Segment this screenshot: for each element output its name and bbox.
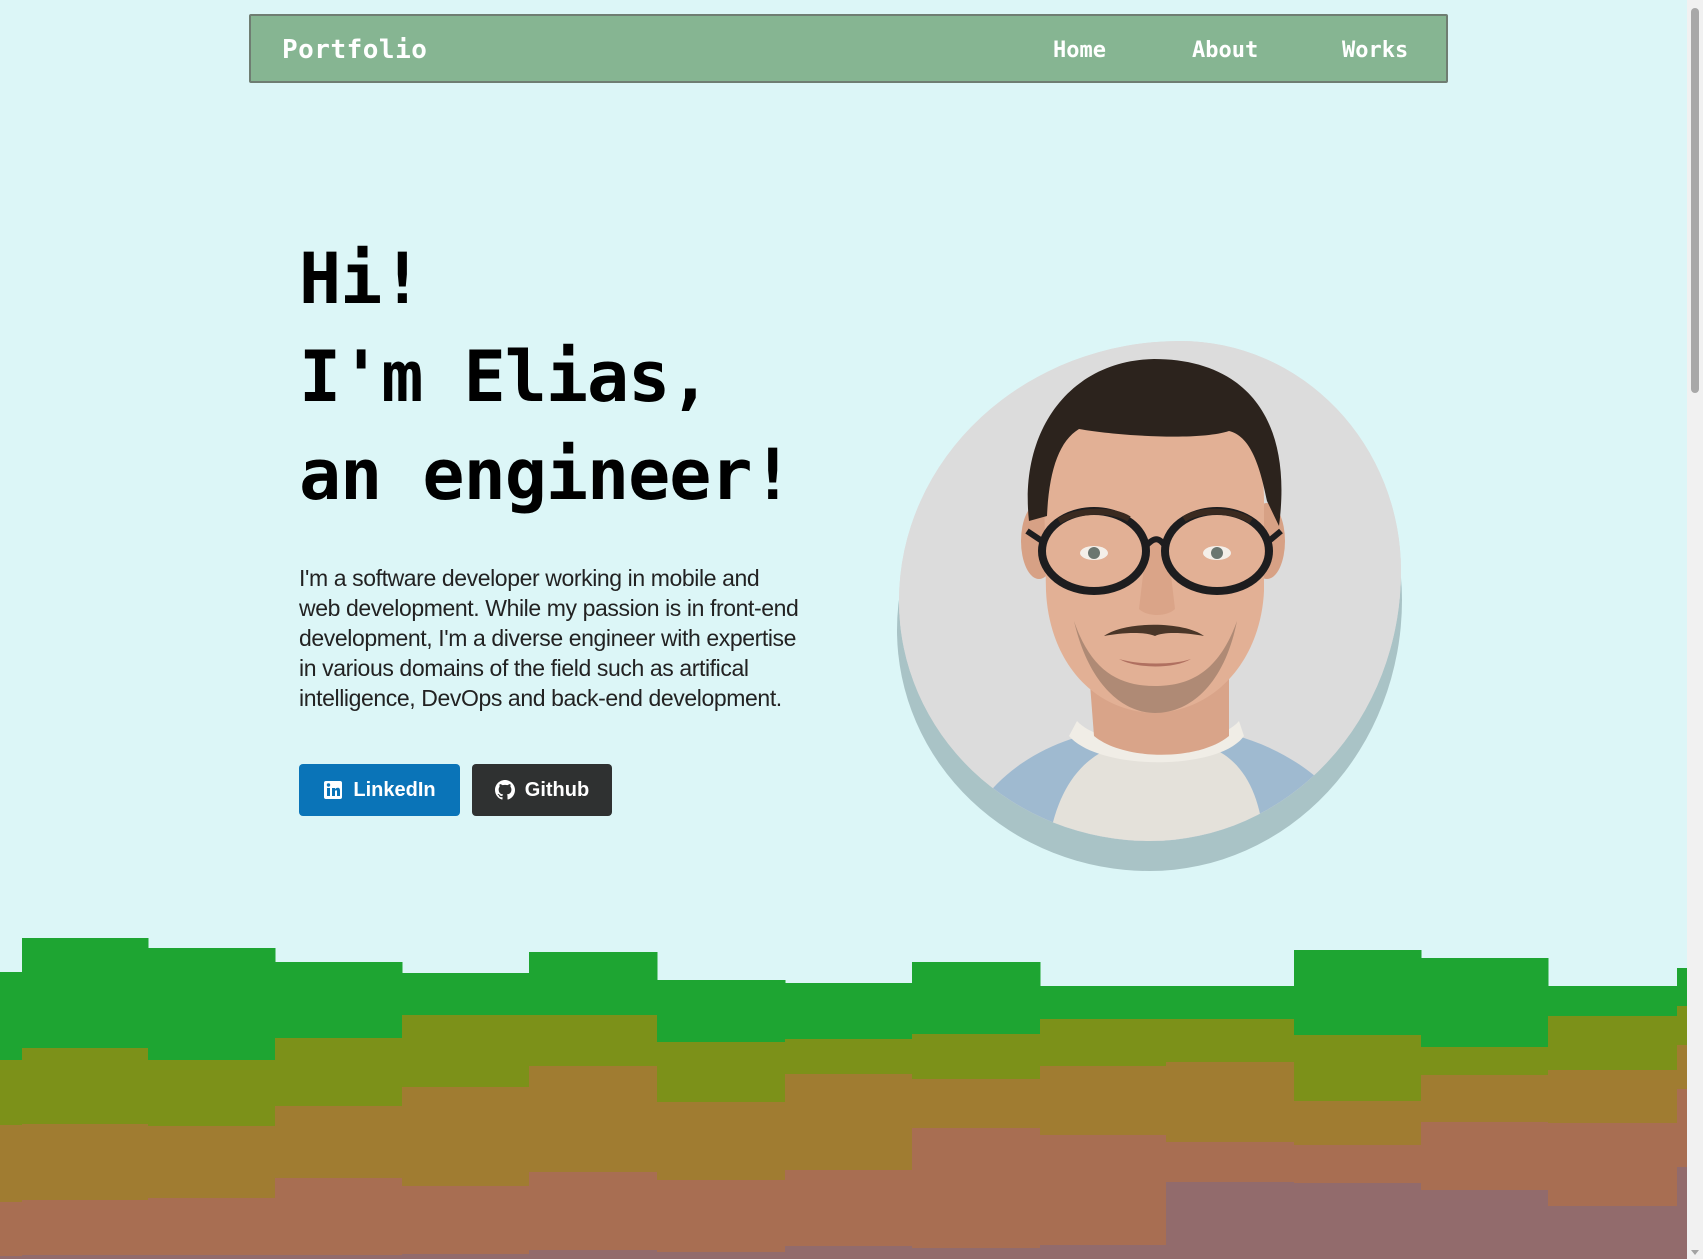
ground-block: [1040, 1135, 1167, 1246]
hero-headline: Hi! I'm Elias, an engineer!: [299, 230, 794, 524]
ground-block: [275, 962, 403, 1039]
ground-block: [1677, 1089, 1687, 1168]
ground-block: [1166, 1142, 1295, 1183]
ground-block: [0, 972, 23, 1061]
ground-block: [1548, 986, 1678, 1017]
ground-block: [275, 1038, 403, 1107]
portrait-frame: [897, 341, 1402, 871]
ground-block: [1548, 1206, 1678, 1259]
ground-block: [1040, 1245, 1167, 1259]
ground-block: [1421, 1122, 1549, 1191]
github-label: Github: [524, 778, 590, 801]
ground-block: [402, 1186, 530, 1255]
brand-logo[interactable]: Portfolio: [282, 35, 427, 65]
ground-block: [1294, 1145, 1422, 1184]
ground-block: [1040, 1066, 1167, 1136]
ground-block: [1040, 986, 1167, 1020]
ground-block: [785, 1246, 913, 1259]
navbar: Portfolio Home About Works: [249, 14, 1448, 83]
ground-block: [529, 1172, 658, 1251]
ground-block: [22, 938, 149, 1049]
headline-line-greeting: Hi!: [299, 238, 423, 320]
ground-block: [1166, 986, 1295, 1020]
ground-block: [1040, 1019, 1167, 1067]
ground-block: [148, 1255, 276, 1259]
ground-block: [1421, 1075, 1549, 1123]
ground-block: [1548, 1070, 1678, 1124]
ground-block: [275, 1255, 403, 1259]
ground-block: [402, 1087, 530, 1187]
ground-block: [402, 1015, 530, 1088]
ground-block: [148, 1060, 276, 1127]
ground-block: [657, 1042, 786, 1103]
github-icon: [494, 780, 515, 800]
ground-block: [657, 980, 786, 1043]
ground-block: [1677, 968, 1687, 1007]
ground-block: [1294, 1183, 1422, 1259]
ground-block: [529, 1250, 658, 1259]
linkedin-label: LinkedIn: [353, 778, 436, 801]
linkedin-button[interactable]: LinkedIn: [299, 764, 460, 816]
ground-block: [402, 973, 530, 1016]
nav-link-home[interactable]: Home: [1053, 38, 1106, 63]
ground-block: [22, 1255, 149, 1259]
ground-block: [1421, 958, 1549, 1048]
ground-block: [529, 1066, 658, 1173]
ground-block: [1677, 1045, 1687, 1090]
ground-block: [529, 952, 658, 1016]
nav-link-works[interactable]: Works: [1342, 38, 1408, 63]
ground-block: [1294, 1035, 1422, 1102]
ground-block: [912, 1034, 1041, 1080]
ground-block: [785, 983, 913, 1040]
ground-block: [657, 1252, 786, 1259]
ground-block: [148, 948, 276, 1061]
ground-block: [1677, 1167, 1687, 1259]
headline-line-name: I'm Elias,: [299, 336, 711, 418]
ground-block: [1294, 1101, 1422, 1146]
ground-block: [0, 1060, 23, 1126]
ground-block: [529, 1015, 658, 1067]
pixel-ground-decoration: [0, 938, 1687, 1259]
ground-block: [912, 962, 1041, 1035]
ground-block: [1677, 1006, 1687, 1046]
ground-block: [912, 1248, 1041, 1259]
ground-block: [1166, 1019, 1295, 1063]
ground-block: [148, 1126, 276, 1199]
ground-block: [1166, 1062, 1295, 1143]
ground-block: [148, 1198, 276, 1256]
hero-bio: I'm a software developer working in mobi…: [299, 565, 799, 711]
ground-block: [402, 1254, 530, 1259]
linkedin-icon: [323, 780, 343, 800]
ground-block: [912, 1128, 1041, 1249]
ground-block: [1548, 1016, 1678, 1071]
ground-block: [1166, 1182, 1295, 1259]
scroll-down-arrow-icon[interactable]: [1691, 1250, 1699, 1255]
ground-block: [1294, 950, 1422, 1036]
ground-block: [275, 1178, 403, 1256]
nav-link-about[interactable]: About: [1192, 38, 1258, 63]
github-button[interactable]: Github: [472, 764, 612, 816]
ground-block: [275, 1106, 403, 1179]
scrollbar-thumb[interactable]: [1691, 8, 1699, 393]
headline-line-role: an engineer!: [299, 434, 794, 516]
ground-block: [1548, 1123, 1678, 1207]
ground-block: [22, 1200, 149, 1256]
ground-block: [785, 1039, 913, 1075]
ground-block: [0, 1202, 23, 1257]
vertical-scrollbar[interactable]: [1687, 0, 1703, 1259]
ground-block: [1421, 1190, 1549, 1259]
ground-block: [22, 1048, 149, 1125]
ground-block: [912, 1079, 1041, 1129]
ground-block: [657, 1180, 786, 1253]
ground-block: [785, 1074, 913, 1171]
ground-block: [785, 1170, 913, 1247]
page: Portfolio Home About Works Hi! I'm Elias…: [0, 0, 1687, 1259]
ground-block: [657, 1102, 786, 1181]
ground-block: [1421, 1047, 1549, 1076]
ground-block: [22, 1124, 149, 1201]
ground-block: [0, 1125, 23, 1203]
